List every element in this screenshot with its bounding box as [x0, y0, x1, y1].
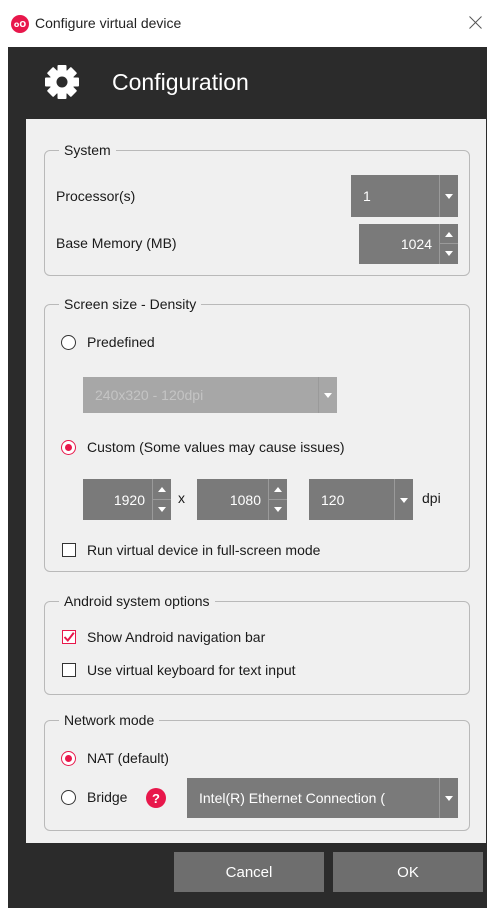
predefined-dropdown[interactable]: 240x320 - 120dpi — [83, 377, 337, 413]
height-stepper[interactable]: 1080 — [197, 479, 287, 520]
decrement-icon[interactable] — [153, 500, 171, 521]
processors-dropdown[interactable]: 1 — [351, 175, 458, 217]
chevron-down-icon[interactable] — [439, 778, 458, 818]
dialog-header: Configuration — [8, 47, 487, 119]
predefined-value: 240x320 - 120dpi — [95, 387, 204, 403]
height-stepper-arrows — [268, 479, 287, 520]
chevron-down-icon[interactable] — [439, 175, 458, 217]
predefined-label: Predefined — [87, 334, 155, 350]
page-title: Configuration — [112, 69, 249, 95]
custom-label: Custom (Some values may cause issues) — [87, 439, 345, 455]
memory-label: Base Memory (MB) — [56, 235, 177, 251]
memory-stepper-arrows — [439, 224, 458, 264]
predefined-radio[interactable] — [61, 335, 76, 350]
group-title-android: Android system options — [59, 592, 215, 610]
fullscreen-label: Run virtual device in full-screen mode — [87, 542, 321, 558]
width-stepper[interactable]: 1920 — [83, 479, 171, 520]
gear-icon — [45, 65, 79, 99]
width-stepper-arrows — [152, 479, 171, 520]
chevron-down-icon[interactable] — [394, 479, 413, 520]
navbar-checkbox[interactable] — [62, 630, 76, 644]
width-value: 1920 — [113, 491, 145, 508]
dpi-label: dpi — [422, 490, 441, 506]
nat-label: NAT (default) — [87, 750, 169, 766]
bridge-label: Bridge — [87, 789, 128, 805]
increment-icon[interactable] — [153, 479, 171, 500]
processors-label: Processor(s) — [56, 188, 136, 204]
ok-button[interactable]: OK — [333, 852, 483, 892]
settings-panel: System Processor(s) 1 Base Memory (MB) 1… — [26, 119, 486, 843]
bridge-radio[interactable] — [61, 790, 76, 805]
custom-radio[interactable] — [61, 440, 76, 455]
memory-value: 1024 — [400, 236, 432, 252]
group-title-network: Network mode — [59, 711, 160, 729]
processors-value: 1 — [363, 188, 371, 204]
network-adapter-value: Intel(R) Ethernet Connection ( — [199, 790, 385, 806]
decrement-icon[interactable] — [440, 244, 458, 264]
memory-stepper[interactable]: 1024 — [359, 224, 458, 264]
decrement-icon[interactable] — [269, 500, 287, 521]
fullscreen-checkbox[interactable] — [62, 543, 76, 557]
window-title: Configure virtual device — [35, 15, 182, 31]
title-bar: oO Configure virtual device — [0, 0, 495, 47]
close-button[interactable] — [455, 6, 495, 40]
group-title-screen: Screen size - Density — [59, 295, 202, 313]
dimension-separator: x — [178, 490, 185, 506]
virtual-keyboard-label: Use virtual keyboard for text input — [87, 662, 296, 678]
chevron-down-icon[interactable] — [318, 377, 337, 413]
height-value: 1080 — [229, 491, 261, 508]
help-icon[interactable]: ? — [146, 788, 166, 808]
dpi-dropdown[interactable]: 120 — [309, 479, 413, 520]
app-logo-icon: oO — [11, 15, 29, 33]
nat-radio[interactable] — [61, 751, 76, 766]
group-title-system: System — [59, 141, 116, 159]
android-options-group: Android system options — [44, 592, 470, 695]
increment-icon[interactable] — [269, 479, 287, 500]
cancel-button[interactable]: Cancel — [174, 852, 324, 892]
virtual-keyboard-checkbox[interactable] — [62, 663, 76, 677]
navbar-label: Show Android navigation bar — [87, 629, 266, 645]
dpi-value: 120 — [321, 491, 345, 508]
increment-icon[interactable] — [440, 224, 458, 244]
checkmark-icon — [63, 632, 75, 643]
close-icon — [469, 16, 482, 29]
network-adapter-dropdown[interactable]: Intel(R) Ethernet Connection ( — [187, 778, 458, 818]
